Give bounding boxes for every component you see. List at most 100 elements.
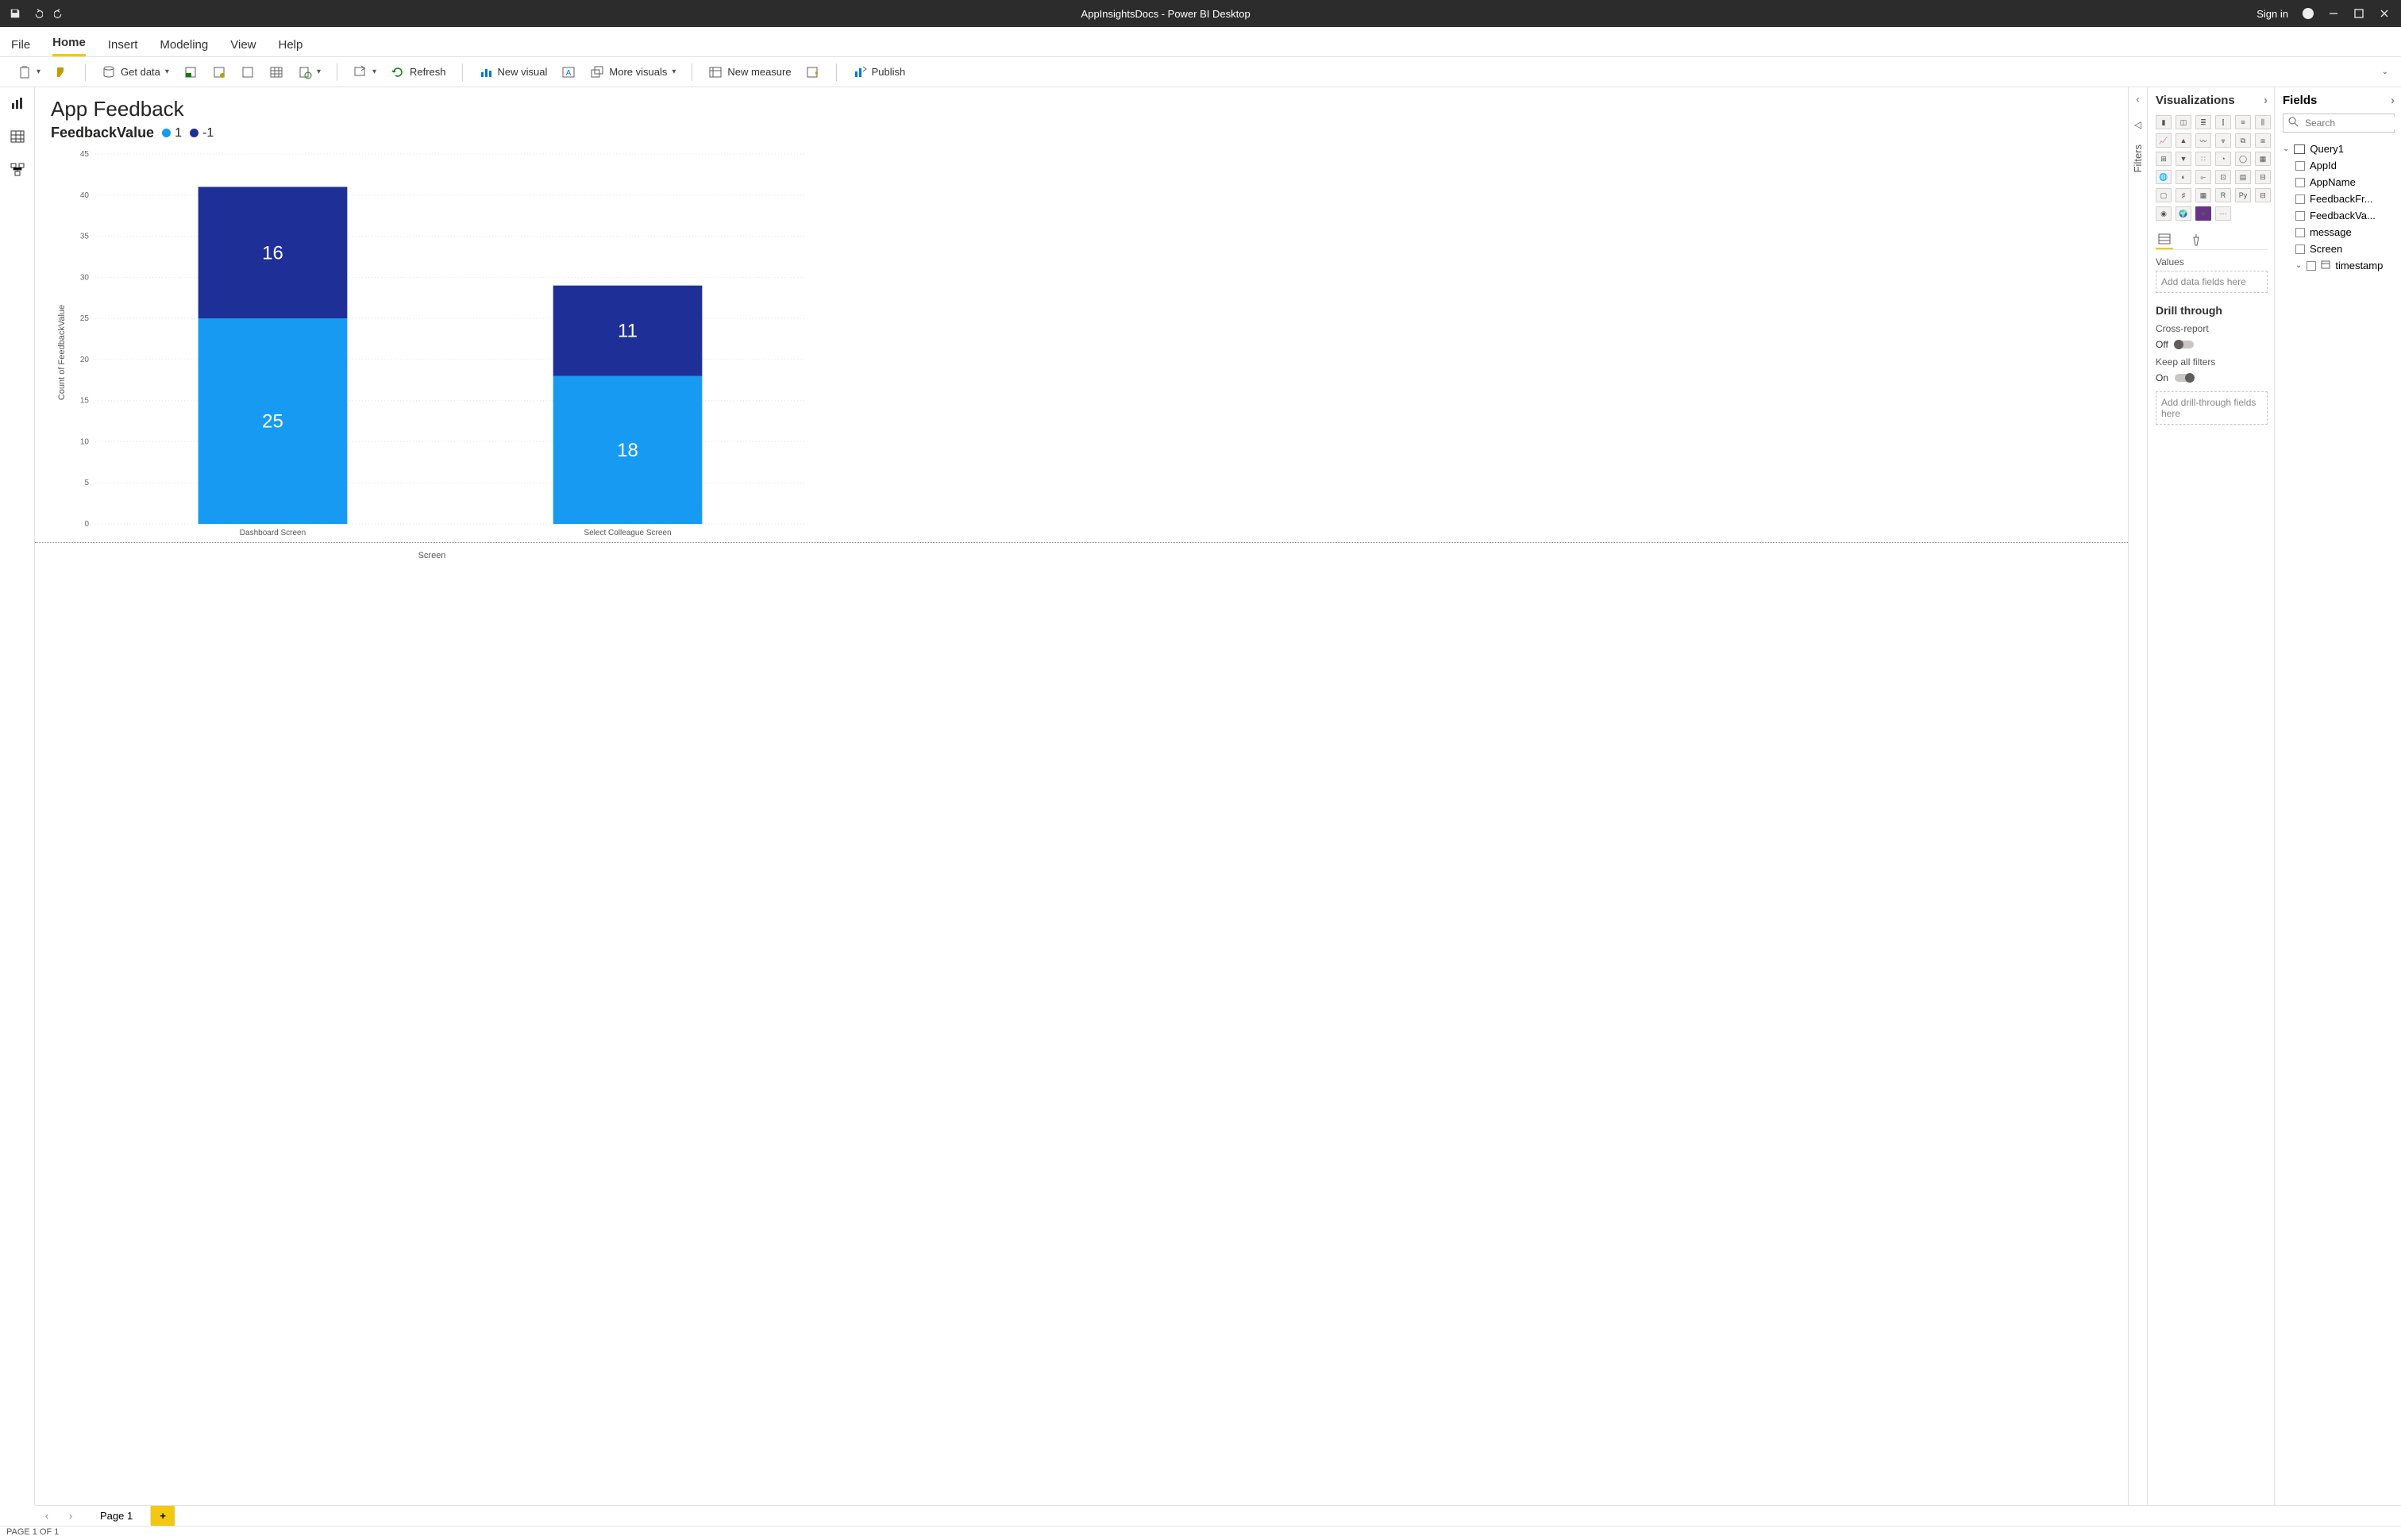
viz-type-tile[interactable]: ■ [2195, 206, 2211, 221]
report-view-icon[interactable] [10, 95, 25, 111]
page-next-button[interactable]: › [59, 1510, 83, 1522]
tab-help[interactable]: Help [279, 38, 303, 56]
viz-type-tile[interactable]: ⊟ [2255, 170, 2271, 184]
filters-expand-icon[interactable]: ◁ [2134, 119, 2141, 130]
add-page-button[interactable]: + [151, 1506, 175, 1526]
paste-button[interactable]: ▾ [13, 62, 45, 83]
viz-type-tile[interactable]: ▼ [2176, 152, 2191, 166]
drillthrough-drop-well[interactable]: Add drill-through fields here [2156, 391, 2268, 425]
viz-type-tile[interactable]: ◉ [2156, 206, 2172, 221]
viz-type-tile[interactable]: ⧈ [2255, 133, 2271, 148]
viz-type-tile[interactable]: R [2215, 188, 2231, 202]
save-icon[interactable] [10, 8, 21, 19]
report-canvas[interactable]: App Feedback FeedbackValue 1 -1 Count of… [35, 87, 2128, 1505]
chevron-right-icon[interactable]: › [2264, 94, 2268, 107]
viz-type-tile[interactable]: ▦ [2255, 152, 2271, 166]
recent-sources-button[interactable]: ▾ [293, 62, 326, 83]
ribbon-collapse-icon[interactable]: ⌄ [2382, 67, 2395, 76]
legend-item-neg1[interactable]: -1 [190, 126, 214, 141]
undo-icon[interactable] [32, 8, 43, 19]
checkbox-icon[interactable] [2295, 194, 2305, 204]
avatar[interactable] [2303, 8, 2314, 19]
tab-insert[interactable]: Insert [108, 38, 138, 56]
excel-source-button[interactable] [179, 62, 202, 83]
viz-type-tile[interactable]: ▲ [2176, 133, 2191, 148]
close-icon[interactable] [2379, 8, 2390, 19]
checkbox-icon[interactable] [2295, 178, 2305, 187]
viz-type-tile[interactable]: ▦ [2195, 188, 2211, 202]
viz-type-tile[interactable]: 🌍 [2176, 206, 2191, 221]
transform-data-button[interactable]: ▾ [349, 62, 381, 83]
field-feedbackva[interactable]: FeedbackVa... [2295, 207, 2395, 224]
viz-type-tile[interactable]: ∷ [2195, 152, 2211, 166]
get-data-button[interactable]: Get data▾ [97, 62, 174, 83]
legend-item-1[interactable]: 1 [162, 126, 182, 141]
sign-in-button[interactable]: Sign in [2256, 8, 2288, 20]
viz-type-tile[interactable]: ⋯ [2215, 206, 2231, 221]
format-well-tab[interactable] [2187, 230, 2205, 249]
text-box-button[interactable]: A [557, 62, 580, 83]
sql-source-button[interactable] [236, 62, 260, 83]
viz-type-tile[interactable]: ◔ [2215, 152, 2231, 166]
checkbox-icon[interactable] [2295, 244, 2305, 254]
viz-type-tile[interactable]: ⫿ [2215, 115, 2231, 129]
viz-type-tile[interactable]: ⫼ [2255, 115, 2271, 129]
field-appname[interactable]: AppName [2295, 174, 2395, 191]
checkbox-icon[interactable] [2295, 211, 2305, 221]
page-prev-button[interactable]: ‹ [35, 1510, 59, 1522]
quick-measure-button[interactable] [801, 62, 825, 83]
filters-pane-collapsed[interactable]: ‹ ◁ Filters [2128, 87, 2147, 1505]
field-timestamp[interactable]: ⌄ timestamp [2295, 257, 2395, 274]
viz-type-tile[interactable]: ⊡ [2215, 170, 2231, 184]
more-visuals-button[interactable]: More visuals▾ [585, 62, 680, 83]
keep-filters-toggle[interactable] [2175, 374, 2194, 382]
viz-type-tile[interactable]: ≡ [2235, 115, 2251, 129]
chevron-left-icon[interactable]: ‹ [2137, 94, 2140, 105]
fields-well-tab[interactable] [2156, 230, 2173, 249]
field-message[interactable]: message [2295, 224, 2395, 241]
redo-icon[interactable] [54, 8, 65, 19]
tab-view[interactable]: View [230, 38, 256, 56]
viz-type-tile[interactable]: ▤ [2235, 170, 2251, 184]
new-measure-button[interactable]: New measure [703, 62, 796, 83]
data-view-icon[interactable] [10, 129, 25, 144]
tab-modeling[interactable]: Modeling [160, 38, 208, 56]
viz-type-tile[interactable]: ⧉ [2235, 133, 2251, 148]
table-node[interactable]: ⌄ Query1 [2283, 141, 2395, 157]
format-painter-button[interactable] [50, 62, 74, 83]
stacked-bar-chart[interactable]: Count of FeedbackValue 05101520253035404… [51, 146, 813, 559]
viz-type-tile[interactable]: 📈 [2156, 133, 2172, 148]
cross-report-toggle[interactable] [2175, 341, 2194, 348]
viz-type-tile[interactable]: 〰 [2195, 133, 2211, 148]
viz-type-tile[interactable]: ⊞ [2156, 152, 2172, 166]
viz-type-tile[interactable]: ◐ [2176, 170, 2191, 184]
values-drop-well[interactable]: Add data fields here [2156, 271, 2268, 293]
field-screen[interactable]: Screen [2295, 241, 2395, 257]
model-view-icon[interactable] [10, 162, 25, 178]
tab-home[interactable]: Home [52, 36, 86, 56]
field-appid[interactable]: AppId [2295, 157, 2395, 174]
viz-type-tile[interactable]: ⟜ [2195, 170, 2211, 184]
pbi-datasets-button[interactable] [207, 62, 231, 83]
checkbox-icon[interactable] [2295, 228, 2305, 237]
viz-type-tile[interactable]: ▮ [2156, 115, 2172, 129]
viz-type-tile[interactable]: Py [2235, 188, 2251, 202]
checkbox-icon[interactable] [2295, 161, 2305, 171]
fields-search-input[interactable] [2303, 117, 2401, 129]
minimize-icon[interactable] [2328, 8, 2339, 19]
maximize-icon[interactable] [2353, 8, 2364, 19]
publish-button[interactable]: Publish [848, 62, 911, 83]
viz-type-tile[interactable]: ≣ [2195, 115, 2211, 129]
fields-search[interactable] [2283, 114, 2395, 133]
viz-type-tile[interactable]: ⩔ [2215, 133, 2231, 148]
page-tab-1[interactable]: Page 1 [83, 1507, 151, 1525]
checkbox-icon[interactable] [2307, 261, 2316, 271]
chevron-right-icon[interactable]: › [2391, 94, 2395, 107]
field-feedbackfr[interactable]: FeedbackFr... [2295, 191, 2395, 207]
viz-type-tile[interactable]: ♯ [2176, 188, 2191, 202]
viz-type-tile[interactable]: ▢ [2156, 188, 2172, 202]
tab-file[interactable]: File [11, 38, 30, 56]
viz-type-tile[interactable]: 🌐 [2156, 170, 2172, 184]
viz-type-tile[interactable]: ◯ [2235, 152, 2251, 166]
viz-type-tile[interactable]: ⊟ [2255, 188, 2271, 202]
